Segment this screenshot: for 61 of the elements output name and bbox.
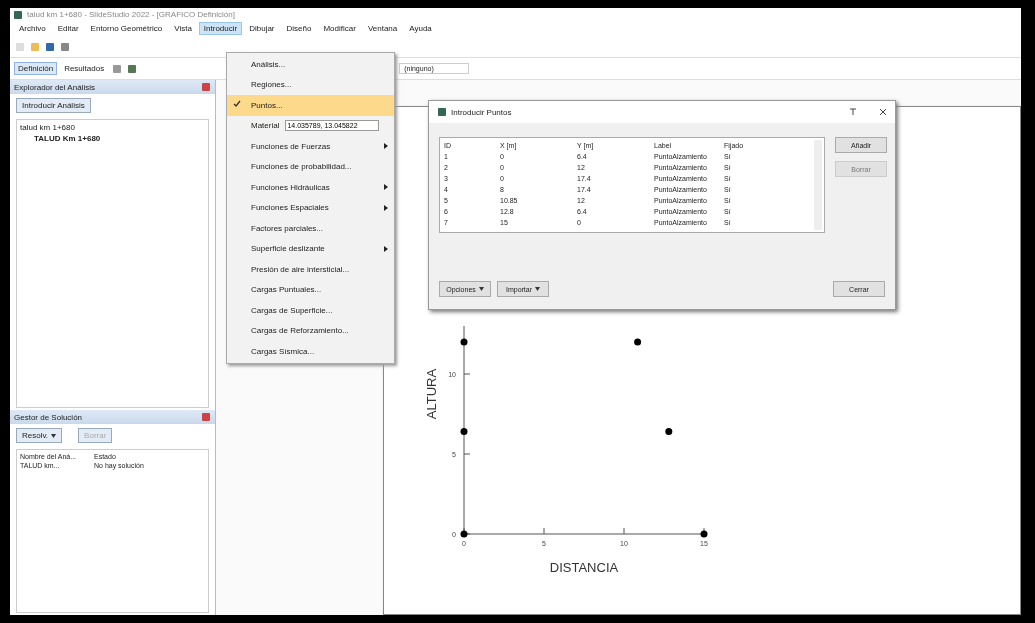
data-point <box>460 428 468 436</box>
close-icon <box>201 82 211 92</box>
menu-item[interactable]: Superficie deslizante <box>227 238 394 259</box>
mode-button[interactable]: Resultados <box>60 62 109 75</box>
menu-item[interactable]: Regiones... <box>227 74 394 95</box>
panel-title: Explorador del Análisis <box>14 82 95 92</box>
menu-item[interactable]: Vista <box>169 22 197 35</box>
menu-item[interactable]: Cargas Sísmica... <box>227 341 394 362</box>
menu-item[interactable]: Cargas de Superficie... <box>227 300 394 321</box>
menu-item[interactable]: Funciones Espaciales <box>227 197 394 218</box>
app-icon <box>437 107 447 117</box>
axis-title: ALTURA <box>424 368 439 420</box>
menu-item[interactable]: Funciones de Fuerzas <box>227 136 394 157</box>
window-title: talud km 1+680 - SlideStudio 2022 - [GRAFICO Definición] <box>27 10 235 19</box>
close-icon <box>201 412 211 422</box>
menu-item[interactable]: Dibujar <box>244 22 280 35</box>
dialog-title: Introducir Puntos <box>451 107 513 117</box>
menu-item[interactable]: Editar <box>52 22 84 35</box>
menu-item[interactable]: Modificar <box>318 22 361 35</box>
menu-item[interactable]: Funciones Hidráulicas <box>227 177 394 198</box>
tree-item[interactable]: talud km 1+680 <box>20 123 205 132</box>
caret-icon <box>535 287 541 291</box>
data-point <box>460 530 468 538</box>
menu-label: Material <box>251 121 280 131</box>
tool-icon[interactable] <box>111 62 124 75</box>
menu-item[interactable]: Cargas Puntuales... <box>227 279 394 300</box>
check-icon <box>233 100 241 109</box>
menu-item[interactable]: Diseño <box>281 22 317 35</box>
submenu-arrow-icon <box>384 245 388 252</box>
menu-item[interactable]: Funciones de probabilidad... <box>227 156 394 177</box>
tree-item[interactable]: TALUD Km 1+680 <box>20 134 205 143</box>
tool-icon[interactable] <box>59 40 71 53</box>
menu-item[interactable]: Introducir <box>198 22 243 35</box>
submenu-arrow-icon <box>384 143 388 150</box>
caret-icon <box>51 433 57 438</box>
submenu-arrow-icon <box>384 204 388 211</box>
mode-button[interactable]: Definición <box>14 62 58 75</box>
submenu-arrow-icon <box>384 184 388 191</box>
caret-icon <box>478 287 484 291</box>
tool-icon[interactable] <box>126 62 139 75</box>
panel-title: Gestor de Solución <box>14 412 83 422</box>
pin-icon[interactable] <box>849 108 857 116</box>
menu-item[interactable]: Cargas de Reforzamiento... <box>227 320 394 341</box>
app-icon <box>13 9 23 20</box>
menu-item[interactable]: Factores parciales... <box>227 218 394 239</box>
tool-icon[interactable] <box>44 40 56 53</box>
menu-item[interactable]: Puntos... <box>227 95 394 116</box>
menu-item[interactable]: Ventana <box>362 22 403 35</box>
data-point <box>700 530 708 538</box>
solve-button[interactable]: Resolv. <box>16 428 63 443</box>
menu-item[interactable]: Archivo <box>14 22 51 35</box>
menu-item[interactable]: Análisis... <box>227 54 394 75</box>
axis-title: DISTANCIA <box>549 560 619 575</box>
menu-item[interactable]: Presión de aire intersticial... <box>227 259 394 280</box>
menu-item[interactable]: Entorno Geométrico <box>85 22 168 35</box>
data-point <box>634 338 642 346</box>
close-icon[interactable] <box>879 108 887 116</box>
menu-item[interactable]: Ayuda <box>404 22 437 35</box>
introduce-analysis-button[interactable]: Introducir Análisis <box>16 98 91 113</box>
data-point <box>665 428 673 436</box>
data-point <box>460 338 468 346</box>
